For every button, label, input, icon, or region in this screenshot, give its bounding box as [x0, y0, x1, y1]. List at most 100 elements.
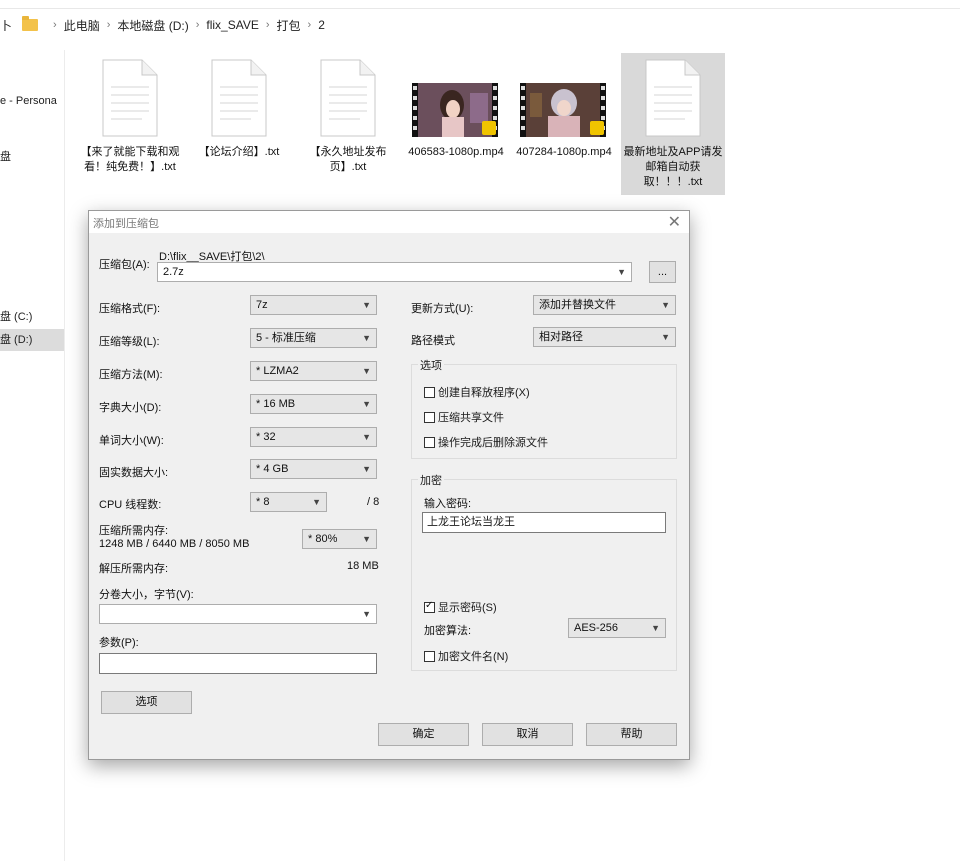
breadcrumb-item[interactable]: 此电脑 — [64, 17, 100, 34]
show-password-label: 显示密码(S) — [438, 602, 497, 614]
breadcrumb-item[interactable]: 本地磁盘 (D:) — [117, 17, 188, 34]
mem-decomp-label: 解压所需内存: — [99, 563, 169, 575]
help-button[interactable]: 帮助 — [586, 723, 677, 746]
file-item[interactable]: 【论坛介绍】.txt — [187, 53, 291, 195]
mem-comp-label: 压缩所需内存: — [99, 525, 169, 537]
show-password-checkbox[interactable]: 显示密码(S) — [424, 599, 497, 615]
file-name: 【论坛介绍】.txt — [198, 146, 280, 158]
encryption-method-select[interactable]: AES-256 ▼ — [568, 618, 666, 638]
file-name: 406583-1080p.mp4 — [408, 146, 504, 158]
sidebar-item-onedrive[interactable]: e - Persona — [0, 95, 64, 107]
checkbox-box[interactable] — [424, 650, 435, 662]
breadcrumb-item[interactable]: flix_SAVE — [206, 18, 258, 32]
folder-icon — [22, 16, 39, 31]
options-group-title: 选项 — [418, 357, 444, 373]
archive-name-value: 2.7z — [163, 266, 184, 278]
file-name: 【永久地址发布页】.txt — [309, 146, 387, 173]
chevron-right-icon: › — [106, 19, 111, 31]
archive-name-combo[interactable]: 2.7z ▼ — [157, 262, 632, 282]
method-select[interactable]: * LZMA2 ▼ — [250, 361, 377, 381]
close-icon[interactable]: ✕ — [668, 212, 681, 232]
sfx-checkbox[interactable]: 创建自释放程序(X) — [424, 384, 530, 400]
text-file-icon — [211, 59, 267, 137]
file-name: 【来了就能下载和观看！纯免费！】.txt — [80, 146, 180, 173]
mem-comp-select[interactable]: * 80% ▼ — [302, 529, 377, 549]
params-input[interactable] — [99, 653, 377, 674]
dict-select[interactable]: * 16 MB ▼ — [250, 394, 377, 414]
path-mode-value: 相对路径 — [539, 331, 583, 343]
video-thumbnail-icon — [520, 83, 606, 137]
update-mode-label: 更新方式(U): — [411, 303, 474, 315]
checkbox-box[interactable] — [424, 386, 435, 398]
file-name: 407284-1080p.mp4 — [516, 146, 612, 158]
breadcrumb[interactable]: 卜 › 此电脑 › 本地磁盘 (D:) › flix_SAVE › 打包 › 2 — [0, 14, 325, 36]
path-mode-select[interactable]: 相对路径 ▼ — [533, 327, 676, 347]
method-label: 压缩方法(M): — [99, 369, 163, 381]
chevron-down-icon: ▼ — [651, 623, 660, 633]
chevron-right-icon: › — [195, 19, 200, 31]
breadcrumb-item[interactable]: 2 — [318, 18, 325, 32]
chevron-down-icon: ▼ — [362, 333, 371, 343]
chevron-down-icon: ▼ — [362, 609, 371, 619]
checkbox-box-checked[interactable] — [424, 600, 435, 613]
mem-comp-detail: 1248 MB / 6440 MB / 8050 MB — [99, 538, 250, 550]
chevron-right-icon: › — [53, 19, 57, 31]
checkbox-box[interactable] — [424, 411, 435, 423]
sidebar-item-drive-c[interactable]: 盘 (C:) — [0, 308, 64, 324]
nav-glyph: 卜 — [0, 18, 13, 33]
chevron-down-icon: ▼ — [362, 399, 371, 409]
file-item[interactable]: 406583-1080p.mp4 — [404, 53, 508, 195]
threads-select[interactable]: * 8 ▼ — [250, 492, 327, 512]
level-value: 5 - 标准压缩 — [256, 332, 316, 344]
toolbar-strip — [0, 0, 960, 9]
shared-files-label: 压缩共享文件 — [438, 412, 504, 424]
format-select[interactable]: 7z ▼ — [250, 295, 377, 315]
chevron-down-icon: ▼ — [362, 366, 371, 376]
browse-button[interactable]: ... — [649, 261, 676, 283]
chevron-down-icon: ▼ — [617, 267, 626, 277]
file-item[interactable]: 【来了就能下载和观看！纯免费！】.txt — [78, 53, 182, 195]
sidebar-item-drive[interactable]: 盘 — [0, 148, 64, 164]
format-value: 7z — [256, 299, 268, 311]
delete-after-checkbox[interactable]: 操作完成后删除源文件 — [424, 434, 548, 450]
file-name: 最新地址及APP请发邮箱自动获取！！！.txt — [623, 146, 723, 188]
shared-files-checkbox[interactable]: 压缩共享文件 — [424, 409, 504, 425]
path-mode-label: 路径模式 — [411, 335, 455, 347]
method-value: * LZMA2 — [256, 365, 299, 377]
file-item-selected[interactable]: 最新地址及APP请发邮箱自动获取！！！.txt — [621, 53, 725, 195]
breadcrumb-item[interactable]: 打包 — [277, 17, 301, 34]
encryption-group: 加密 输入密码: 上龙王论坛当龙王 显示密码(S) 加密算法: AES-256 ▼… — [411, 472, 677, 671]
chevron-down-icon: ▼ — [661, 300, 670, 310]
encryption-method-label: 加密算法: — [424, 625, 472, 637]
options-button[interactable]: 选项 — [101, 691, 192, 714]
update-mode-select[interactable]: 添加并替换文件 ▼ — [533, 295, 676, 315]
word-select[interactable]: * 32 ▼ — [250, 427, 377, 447]
update-mode-value: 添加并替换文件 — [539, 299, 616, 311]
password-input[interactable]: 上龙王论坛当龙王 — [422, 512, 666, 533]
file-item[interactable]: 407284-1080p.mp4 — [512, 53, 616, 195]
encrypt-names-label: 加密文件名(N) — [438, 651, 509, 663]
options-group: 选项 创建自释放程序(X) 压缩共享文件 操作完成后删除源文件 — [411, 357, 677, 459]
ok-button[interactable]: 确定 — [378, 723, 469, 746]
sidebar-item-drive-d[interactable]: 盘 (D:) — [0, 329, 64, 351]
encryption-method-value: AES-256 — [574, 622, 619, 634]
chevron-down-icon: ▼ — [362, 534, 371, 544]
dict-label: 字典大小(D): — [99, 402, 162, 414]
file-item[interactable]: 【永久地址发布页】.txt — [296, 53, 400, 195]
chevron-right-icon: › — [307, 19, 312, 31]
cancel-button[interactable]: 取消 — [482, 723, 573, 746]
threads-max: / 8 — [367, 496, 380, 508]
navigation-pane: e - Persona 盘 盘 (C:) 盘 (D:) — [0, 50, 65, 861]
split-size-combo[interactable]: ▼ — [99, 604, 377, 624]
checkbox-box[interactable] — [424, 436, 435, 448]
password-label: 输入密码: — [424, 498, 472, 510]
solid-select[interactable]: * 4 GB ▼ — [250, 459, 377, 479]
address-bar: 卜 › 此电脑 › 本地磁盘 (D:) › flix_SAVE › 打包 › 2 — [0, 0, 960, 50]
text-file-icon — [320, 59, 376, 137]
mem-comp-value: * 80% — [308, 533, 338, 545]
chevron-down-icon: ▼ — [312, 497, 321, 507]
solid-label: 固实数据大小: — [99, 467, 169, 479]
dict-value: * 16 MB — [256, 398, 296, 410]
level-select[interactable]: 5 - 标准压缩 ▼ — [250, 328, 377, 348]
encrypt-names-checkbox[interactable]: 加密文件名(N) — [424, 648, 508, 664]
